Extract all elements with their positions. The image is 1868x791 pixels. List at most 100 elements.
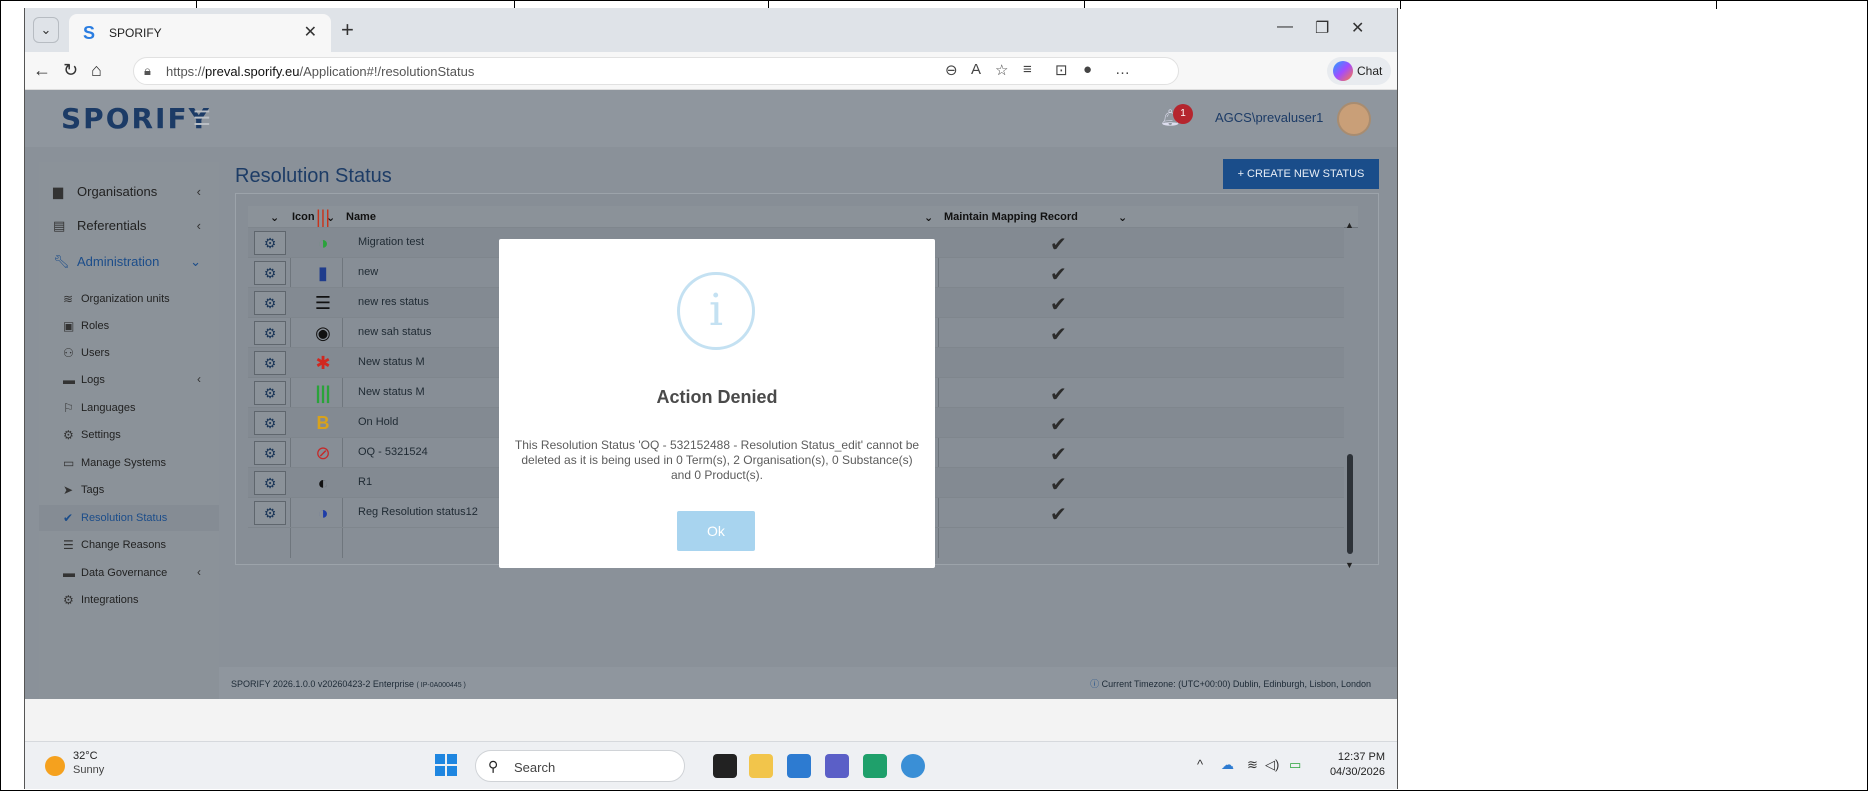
weather-temperature[interactable]: 32°C — [73, 750, 98, 762]
back-icon[interactable]: ← — [33, 60, 51, 81]
favorite-star-icon[interactable]: ☆ — [995, 61, 1008, 79]
minimize-icon[interactable]: — — [1277, 18, 1293, 36]
sidebar-item-languages[interactable]: ⚐ Languages — [39, 395, 219, 421]
tab-actions-button[interactable]: ⌄ — [33, 17, 59, 43]
url-text: https://preval.sporify.eu/Application#!/… — [166, 64, 475, 79]
gear-icon[interactable]: ⚙ — [254, 351, 286, 375]
barcode-icon: ||| — [315, 383, 331, 403]
extensions-icon[interactable]: ⊡ — [1055, 61, 1068, 79]
scroll-down-icon[interactable]: ▼ — [1345, 560, 1354, 570]
profile-icon[interactable]: ● — [1083, 61, 1092, 78]
more-icon[interactable]: … — [1115, 61, 1130, 78]
close-tab-icon[interactable]: ✕ — [304, 22, 317, 42]
sidebar-item-resolution-status[interactable]: ✔ Resolution Status — [39, 505, 219, 531]
gear-icon[interactable]: ⚙ — [254, 261, 286, 285]
action-denied-dialog: i Action Denied This Resolution Status '… — [499, 239, 935, 568]
sidebar-item-logs[interactable]: ▬ Logs ‹ — [39, 367, 219, 393]
clock[interactable]: 12:37 PM 04/30/2026 — [1321, 750, 1385, 780]
chevron-left-icon: ‹ — [197, 565, 201, 579]
sidebar-item-tags[interactable]: ➤ Tags — [39, 477, 219, 503]
sidebar-item-change-reasons[interactable]: ☰ Change Reasons — [39, 532, 219, 558]
home-icon[interactable]: ⌂ — [91, 60, 102, 81]
restore-icon[interactable]: ❐ — [1315, 18, 1329, 38]
gear-icon[interactable]: ⚙ — [254, 411, 286, 435]
gear-icon[interactable]: ⚙ — [254, 291, 286, 315]
tab-sporify[interactable]: S SPORIFY ✕ — [69, 14, 331, 52]
windows-start-icon[interactable] — [435, 754, 457, 776]
list-icon: ▤ — [53, 218, 66, 233]
building-icon: ▆ — [53, 184, 63, 199]
favorites-icon[interactable]: ≡ — [1023, 61, 1032, 78]
read-aloud-icon[interactable]: A — [971, 61, 981, 78]
battery-icon[interactable]: ▭ — [1289, 757, 1301, 773]
task-view-icon[interactable] — [713, 754, 737, 778]
hamburger-menu-icon[interactable]: ☰ — [193, 106, 211, 131]
sidebar-item-roles[interactable]: ▣ Roles — [39, 313, 219, 339]
gear-icon[interactable]: ⚙ — [254, 381, 286, 405]
create-new-status-button[interactable]: + CREATE NEW STATUS — [1223, 159, 1379, 189]
edge-icon[interactable] — [863, 754, 887, 778]
file-explorer-icon[interactable] — [749, 754, 773, 778]
tab-strip: ⌄ S SPORIFY ✕ + — ❐ ✕ — [25, 8, 1397, 52]
notification-badge[interactable]: 1 — [1173, 104, 1193, 124]
gear-icon[interactable]: ⚙ — [254, 321, 286, 345]
check-icon: ✔ — [1050, 234, 1067, 256]
tab-title: SPORIFY — [109, 26, 162, 40]
sidebar-item-integrations[interactable]: ⚙ Integrations — [39, 587, 219, 613]
weather-description[interactable]: Sunny — [73, 764, 104, 776]
gear-icon[interactable]: ⚙ — [254, 471, 286, 495]
gear-icon[interactable]: ⚙ — [254, 501, 286, 525]
sidebar-item-referentials[interactable]: ▤ Referentials ‹ — [39, 210, 219, 240]
layers-icon: ≋ — [63, 292, 74, 306]
username[interactable]: AGCS\prevaluser1 — [1215, 110, 1323, 125]
ok-button[interactable]: Ok — [677, 511, 755, 551]
sun-icon[interactable] — [45, 756, 65, 776]
refresh-icon[interactable]: ↻ — [63, 60, 78, 81]
frame-top-border — [0, 0, 1868, 9]
windows-taskbar: 32°C Sunny ⚲ Search ^ ☁ ≋ ◁) ▭ 12:37 PM … — [25, 741, 1397, 789]
wifi-icon[interactable]: ≋ — [1247, 757, 1258, 773]
sidebar-item-users[interactable]: ⚇ Users — [39, 340, 219, 366]
scroll-thumb[interactable] — [1347, 454, 1353, 554]
onedrive-icon[interactable]: ☁ — [1221, 757, 1234, 773]
vinyl-icon: ◉ — [315, 323, 331, 343]
half-circle-icon: ◑ — [317, 233, 329, 253]
scroll-up-icon[interactable]: ▲ — [1345, 220, 1354, 230]
sidebar: ▆ Organisations ‹ ▤ Referentials ‹ 🔧︎ Ad… — [39, 162, 219, 699]
page-title: Resolution Status — [235, 165, 392, 187]
lock-icon: 🔒︎ — [144, 63, 151, 78]
sidebar-item-manage-systems[interactable]: ▭ Manage Systems — [39, 450, 219, 476]
sidebar-item-organization-units[interactable]: ≋ Organization units — [39, 286, 219, 312]
log-icon: ▬ — [63, 373, 75, 387]
asterisk-icon: ✱ — [315, 353, 331, 373]
gear-icon[interactable]: ⚙ — [254, 231, 286, 255]
check-icon: ✔ — [63, 511, 74, 525]
taskbar-search[interactable]: ⚲ Search — [475, 750, 685, 782]
outlook-icon[interactable] — [787, 754, 811, 778]
avatar[interactable] — [1337, 102, 1371, 136]
new-tab-icon[interactable]: + — [341, 17, 354, 43]
edge-dev-icon[interactable] — [901, 754, 925, 778]
sidebar-item-administration[interactable]: 🔧︎ Administration ⌄ — [39, 246, 219, 276]
info-icon: i — [677, 272, 755, 350]
volume-icon[interactable]: ◁) — [1265, 757, 1279, 773]
sporify-logo[interactable]: SPORIFY — [61, 102, 211, 135]
dialog-message: This Resolution Status 'OQ - 532152488 -… — [514, 438, 920, 482]
browser-window: ⌄ S SPORIFY ✕ + — ❐ ✕ ← ↻ ⌂ 🔒︎ https://p… — [24, 8, 1398, 789]
table-row[interactable]: ||| — [248, 207, 1344, 228]
teams-icon[interactable] — [825, 754, 849, 778]
bitcoin-icon: B — [316, 413, 330, 433]
table-scrollbar[interactable]: ▲ ▼ — [1344, 220, 1356, 570]
sidebar-item-settings[interactable]: ⚙ Settings — [39, 422, 219, 448]
search-icon: ⚲ — [488, 758, 499, 774]
info-icon: ⓘ — [1090, 679, 1100, 689]
sidebar-item-data-governance[interactable]: ▬ Data Governance ‹ — [39, 560, 219, 586]
gear-icon[interactable]: ⚙ — [254, 441, 286, 465]
close-window-icon[interactable]: ✕ — [1351, 18, 1364, 38]
zoom-icon[interactable]: ⊖ — [945, 61, 958, 79]
chevron-up-icon[interactable]: ^ — [1197, 757, 1203, 772]
check-icon: ✔ — [1050, 384, 1067, 406]
copilot-chat-button[interactable]: Chat — [1327, 57, 1391, 85]
sidebar-item-organisations[interactable]: ▆ Organisations ‹ — [39, 176, 219, 206]
sporify-favicon-icon: S — [83, 23, 96, 43]
